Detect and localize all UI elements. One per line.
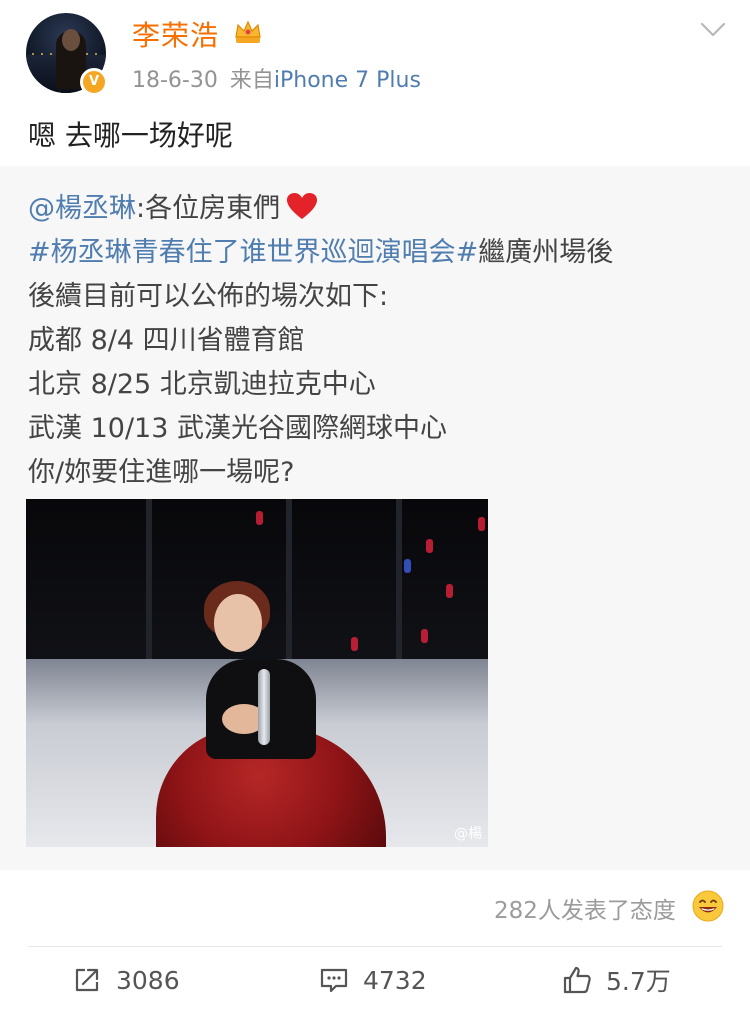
post-from-label: 来自: [229, 68, 274, 93]
post-date: 18-6-30: [132, 68, 218, 93]
thumbs-up-icon: [563, 966, 591, 994]
crown-icon: [235, 20, 261, 43]
repost-line-7: 你/妳要住進哪一場呢?: [28, 457, 295, 488]
repost-button[interactable]: 3086: [72, 962, 180, 998]
repost-card[interactable]: @楊丞琳:各位房東們 #杨丞琳青春住了谁世界巡迴演唱会#繼廣州場後 後續目前可以…: [0, 166, 750, 870]
verified-badge: V: [80, 68, 108, 96]
repost-icon: [75, 968, 99, 992]
post-text: 嗯 去哪一场好呢: [28, 119, 233, 152]
repost-line-2: #杨丞琳青春住了谁世界巡迴演唱会#繼廣州場後: [28, 230, 613, 269]
like-count: 5.7万: [606, 967, 671, 996]
stage-light: [478, 517, 485, 531]
reactions-summary[interactable]: 282人发表了态度: [494, 891, 676, 925]
repost-image[interactable]: @楊: [26, 499, 488, 847]
stage-light: [256, 511, 263, 525]
post-meta: 18-6-30 来自iPhone 7 Plus: [132, 62, 421, 94]
image-watermark: @楊: [454, 826, 482, 842]
stage-light: [421, 629, 428, 643]
heart-emoji: [287, 193, 318, 219]
repost-hashtag[interactable]: #杨丞琳青春住了谁世界巡迴演唱会#: [28, 237, 478, 268]
repost-intro: :各位房東們: [136, 193, 281, 224]
post-source[interactable]: iPhone 7 Plus: [274, 68, 421, 93]
stage-light: [446, 584, 453, 598]
stage-light: [404, 559, 411, 573]
performer-face: [214, 594, 262, 652]
microphone: [258, 669, 270, 745]
post-header: V 李荣浩 18-6-30 来自iPhone 7 Plus: [0, 0, 750, 110]
divider: [28, 946, 722, 947]
repost-line-6: 武漢 10/13 武漢光谷國際網球中心: [28, 413, 447, 444]
comment-button[interactable]: 4732: [319, 962, 427, 998]
repost-after-hashtag: 繼廣州場後: [478, 237, 614, 268]
like-button[interactable]: 5.7万: [562, 962, 671, 998]
repost-line-1: @楊丞琳:各位房東們: [28, 186, 318, 225]
stage-light: [426, 539, 433, 553]
chevron-down-icon[interactable]: [700, 20, 726, 40]
repost-line-5: 北京 8/25 北京凱迪拉克中心: [28, 369, 376, 400]
author-name[interactable]: 李荣浩: [132, 14, 219, 54]
comment-icon: [320, 968, 348, 993]
repost-line-4: 成都 8/4 四川省體育館: [28, 325, 305, 356]
repost-line-3: 後續目前可以公佈的場次如下:: [28, 281, 389, 312]
smile-emoji[interactable]: [692, 890, 724, 922]
comment-count: 4732: [363, 965, 427, 995]
repost-mention[interactable]: @楊丞琳: [28, 193, 136, 224]
repost-count: 3086: [116, 965, 180, 995]
stage-light: [351, 637, 358, 651]
